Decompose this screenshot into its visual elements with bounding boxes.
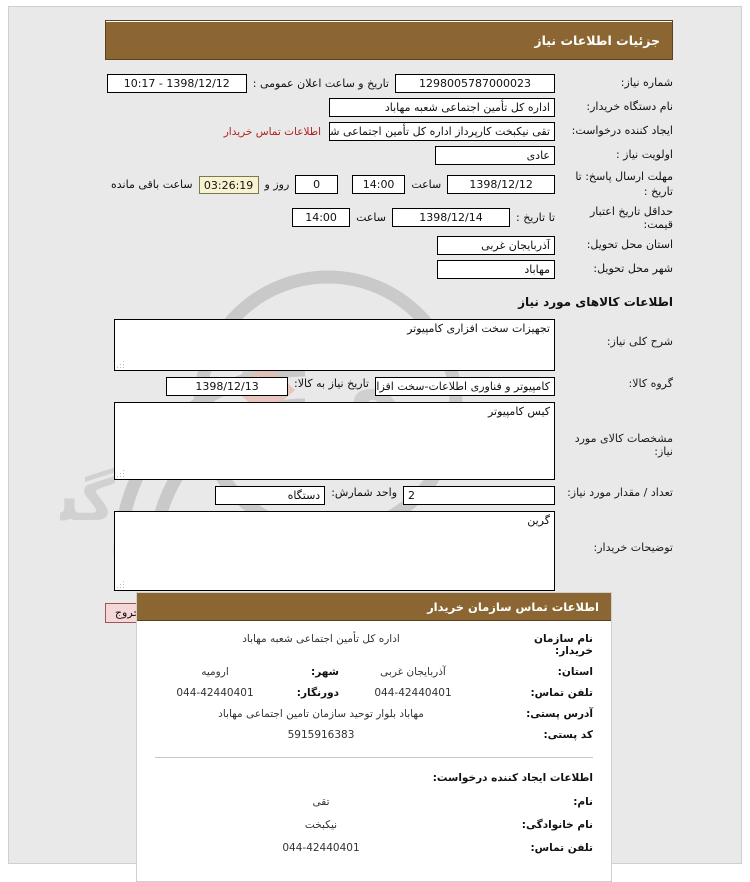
row-quantity: تعداد / مقدار مورد نیاز: 2 واحد شمارش: د… — [105, 486, 673, 506]
creator-label: ایجاد کننده درخواست: — [571, 124, 673, 138]
buyer-contact-panel: اطلاعات تماس سازمان خریدار نام سازمان خر… — [136, 592, 612, 882]
creator-row-lastname: نام خانوادگی: نیکبخت — [155, 819, 593, 831]
row-priority: اولویت نیاز : عادی — [105, 146, 673, 165]
remaining-timer: 03:26:19 — [198, 175, 259, 194]
row-city: شهر محل تحویل: مهاباد — [105, 260, 673, 280]
buyer-note-label: توضیحات خریدار: — [593, 541, 674, 555]
province-label: استان محل تحویل: — [586, 238, 673, 252]
desc-value: تجهیزات سخت افزاری کامپیوتر — [407, 322, 550, 336]
buyer-org-field[interactable]: اداره کل تأمین اجتماعی شعبه مهاباد — [329, 98, 555, 117]
validity-until-label: تا تاریخ : — [516, 211, 555, 225]
contact-phone-label: تلفن تماس: — [530, 687, 593, 699]
creator-lastname-label: نام خانوادگی: — [521, 819, 593, 831]
contact-row-phone: تلفن تماس: 044-42440401 دورنگار: 044-424… — [155, 687, 593, 699]
creator-row-firstname: نام: تقی — [155, 796, 594, 808]
contact-province-label: استان: — [557, 666, 593, 678]
spec-label: مشخصات کالای مورد نیاز: — [574, 432, 673, 459]
contact-address-value: مهاباد بلوار توحید سازمان تامین اجتماعی … — [218, 708, 424, 720]
creator-row-phone: تلفن تماس: 044-42440401 — [155, 842, 593, 854]
contact-org-label: نام سازمان خریدار: — [534, 633, 593, 657]
remaining-days-label: روز و — [264, 178, 290, 192]
contact-province-value: آذربایجان غربی — [380, 666, 446, 678]
contact-panel-title: اطلاعات تماس سازمان خریدار — [137, 593, 611, 621]
creator-lastname-value: نیکبخت — [304, 819, 338, 831]
qty-label: تعداد / مقدار مورد نیاز: — [567, 486, 673, 500]
spec-value: کیس کامپیوتر — [487, 405, 550, 419]
remaining-days-field[interactable]: 0 — [295, 175, 338, 195]
need-form: شماره نیاز: 1298005787000023 تاریخ و ساع… — [105, 74, 674, 624]
creator-phone-label: تلفن تماس: — [530, 842, 593, 854]
city-label: شهر محل تحویل: — [593, 262, 673, 276]
resize-grip-icon[interactable] — [117, 470, 125, 478]
desc-textarea[interactable]: تجهیزات سخت افزاری کامپیوتر — [114, 319, 555, 372]
resize-grip-icon[interactable] — [117, 361, 125, 369]
need-date-label: تاریخ نیاز به کالا: — [294, 377, 369, 391]
contact-city-label: شهر: — [311, 666, 339, 678]
validity-date-field[interactable]: 1398/12/14 — [392, 208, 510, 228]
need-number-field[interactable]: 1298005787000023 — [395, 74, 555, 93]
contact-address-label: آدرس پستی: — [526, 708, 593, 720]
row-spec: مشخصات کالای مورد نیاز: کیس کامپیوتر — [105, 402, 673, 481]
row-need-number: شماره نیاز: 1298005787000023 تاریخ و ساع… — [105, 74, 673, 93]
unit-field[interactable]: دستگاه — [215, 486, 326, 506]
row-buyer-note: توضیحات خریدار: گرین — [105, 511, 674, 592]
deadline-label: مهلت ارسال پاسخ: تا تاریخ : — [575, 170, 673, 198]
row-province: استان محل تحویل: آذربایجان غربی — [105, 236, 673, 256]
contact-postal-label: کد پستی: — [543, 729, 593, 741]
need-date-field[interactable]: 1398/12/13 — [166, 377, 289, 397]
row-creator: ایجاد کننده درخواست: تقی نیکبخت کارپرداز… — [105, 122, 673, 141]
creator-field[interactable]: تقی نیکبخت کارپرداز اداره کل تأمین اجتما… — [329, 122, 555, 141]
contact-row-postal: کد پستی: 5915916383 — [155, 729, 593, 741]
group-field[interactable]: کامپیوتر و فناوری اطلاعات-سخت افزار — [375, 377, 555, 397]
resize-grip-icon[interactable] — [117, 581, 125, 589]
deadline-hour-label: ساعت — [411, 178, 442, 192]
row-group: گروه کالا: کامپیوتر و فناوری اطلاعات-سخت… — [105, 377, 673, 397]
contact-row-org: نام سازمان خریدار: اداره کل تأمین اجتماع… — [155, 633, 593, 657]
qty-field[interactable]: 2 — [403, 486, 555, 506]
creator-section-title: اطلاعات ایجاد کننده درخواست: — [432, 772, 593, 784]
city-field[interactable]: مهاباد — [437, 260, 555, 280]
group-label: گروه کالا: — [628, 377, 673, 391]
contact-phone-value: 044-42440401 — [374, 687, 452, 699]
contact-fax-value: 044-42440401 — [176, 687, 254, 699]
desc-label: شرح کلی نیاز: — [606, 335, 673, 349]
contact-row-province: استان: آذربایجان غربی شهر: ارومیه — [155, 666, 593, 678]
deadline-time-field[interactable]: 14:00 — [351, 175, 406, 195]
divider — [155, 757, 593, 758]
validity-time-field[interactable]: 14:00 — [292, 208, 351, 228]
row-validity: حداقل تاریخ اعتبار قیمت: تا تاریخ : 1398… — [105, 205, 673, 231]
announce-label: تاریخ و ساعت اعلان عمومی : — [252, 77, 389, 90]
validity-hour-label: ساعت — [356, 211, 386, 225]
remaining-suffix-label: ساعت باقی مانده — [111, 178, 193, 192]
validity-label: حداقل تاریخ اعتبار قیمت: — [589, 204, 673, 231]
row-deadline: مهلت ارسال پاسخ: تا تاریخ : 1398/12/12 س… — [105, 170, 673, 200]
contact-postal-value: 5915916383 — [287, 729, 355, 741]
buyer-contact-link[interactable]: اطلاعات تماس خریدار — [224, 126, 329, 138]
creator-firstname-label: نام: — [573, 796, 593, 808]
contact-row-address: آدرس پستی: مهاباد بلوار توحید سازمان تام… — [155, 708, 593, 720]
creator-firstname-value: تقی — [312, 796, 330, 808]
page-title: جزئیات اطلاعات نیاز — [105, 20, 673, 60]
row-buyer-org: نام دستگاه خریدار: اداره کل تأمین اجتماع… — [105, 98, 673, 117]
priority-label: اولویت نیاز : — [615, 148, 673, 162]
need-details-panel: جزئیات اطلاعات نیاز شماره نیاز: 12980057… — [105, 20, 674, 624]
buyer-note-textarea[interactable]: گرین — [114, 511, 555, 592]
announce-date-field[interactable]: 1398/12/12 - 10:17 — [106, 74, 247, 93]
unit-label: واحد شمارش: — [331, 486, 397, 500]
creator-phone-value: 044-42440401 — [282, 842, 360, 854]
goods-section-title: اطلاعات کالاهای مورد نیاز — [518, 295, 673, 310]
province-field[interactable]: آذربایجان غربی — [437, 236, 555, 256]
need-number-label: شماره نیاز: — [620, 76, 673, 90]
contact-org-value: اداره کل تأمین اجتماعی شعبه مهاباد — [242, 633, 400, 645]
buyer-note-value: گرین — [527, 514, 550, 528]
contact-fax-label: دورنگار: — [296, 687, 339, 699]
deadline-date-field[interactable]: 1398/12/12 — [447, 175, 555, 195]
row-desc: شرح کلی نیاز: تجهیزات سخت افزاری کامپیوت… — [105, 319, 673, 372]
spec-textarea[interactable]: کیس کامپیوتر — [114, 402, 555, 481]
contact-city-value: ارومیه — [201, 666, 229, 678]
priority-field[interactable]: عادی — [435, 146, 555, 165]
buyer-org-label: نام دستگاه خریدار: — [586, 100, 673, 114]
